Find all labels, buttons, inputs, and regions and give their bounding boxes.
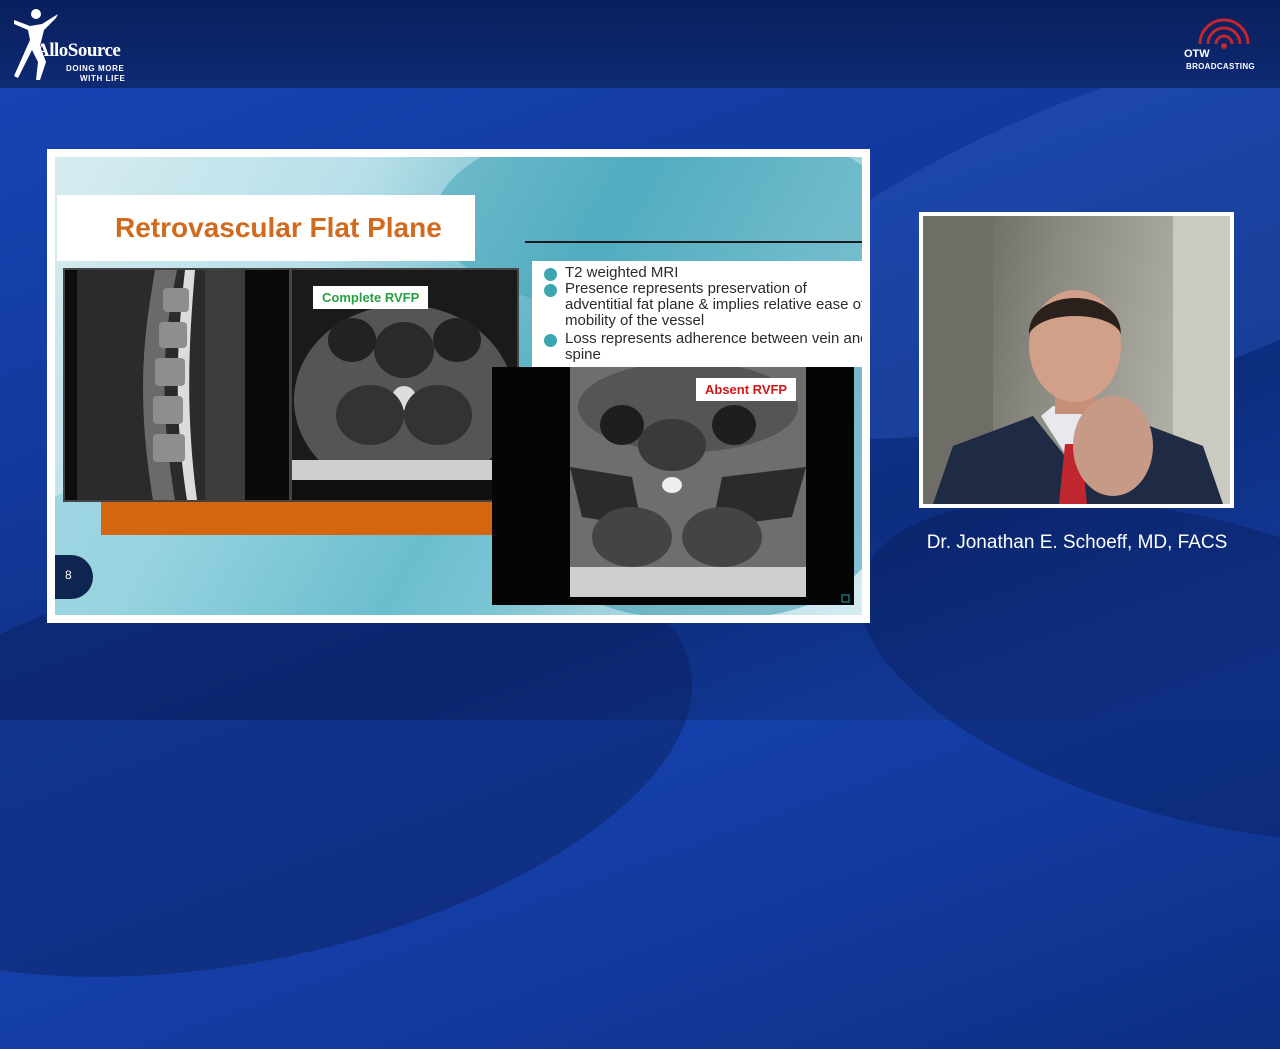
otw-broadcasting-logo: OTW BROADCASTING <box>1178 18 1268 78</box>
list-item: T2 weighted MRI <box>532 265 862 281</box>
speaker-video-frame <box>919 212 1234 508</box>
complete-rvfp-label: Complete RVFP <box>313 286 429 309</box>
bullet-icon <box>544 334 557 347</box>
speaker-figure <box>923 216 1230 504</box>
slide-title: Retrovascular Flat Plane <box>115 212 442 243</box>
bullet-text: Loss represents adherence between vein a… <box>565 330 862 363</box>
otw-text: OTW <box>1184 48 1210 60</box>
top-banner <box>0 0 1280 88</box>
brand-tagline: WITH LIFE <box>80 74 126 83</box>
list-item: Loss represents adherence between vein a… <box>532 331 862 363</box>
presentation-slide: Retrovascular Flat Plane T2 weighted MRI… <box>47 149 870 623</box>
bullet-icon <box>544 268 557 281</box>
slide-title-box: Retrovascular Flat Plane <box>57 195 475 261</box>
list-item: Presence represents preservation of adve… <box>532 281 862 329</box>
divider <box>525 241 862 243</box>
bullet-text: Presence represents preservation of adve… <box>565 280 862 329</box>
axial-mri-absent-image <box>492 362 854 605</box>
slide-background: Retrovascular Flat Plane T2 weighted MRI… <box>55 157 862 615</box>
bullet-icon <box>544 284 557 297</box>
mri-graphic <box>65 270 289 500</box>
bullet-list: T2 weighted MRI Presence represents pres… <box>532 261 862 367</box>
mri-graphic <box>492 362 854 605</box>
speaker-video <box>923 216 1230 504</box>
broadcast-signal-icon <box>1198 18 1250 49</box>
brand-name: AlloSource <box>36 40 121 61</box>
allosource-logo: AlloSource DOING MORE WITH LIFE <box>8 6 138 84</box>
sagittal-mri-image <box>63 268 291 502</box>
absent-rvfp-label: Absent RVFP <box>696 378 797 401</box>
brand-tagline: DOING MORE <box>66 64 125 73</box>
page-number: 8 <box>65 568 72 582</box>
speaker-name: Dr. Jonathan E. Schoeff, MD, FACS <box>926 532 1228 553</box>
bullet-text: T2 weighted MRI <box>565 264 679 281</box>
broadcasting-text: BROADCASTING <box>1186 62 1255 71</box>
